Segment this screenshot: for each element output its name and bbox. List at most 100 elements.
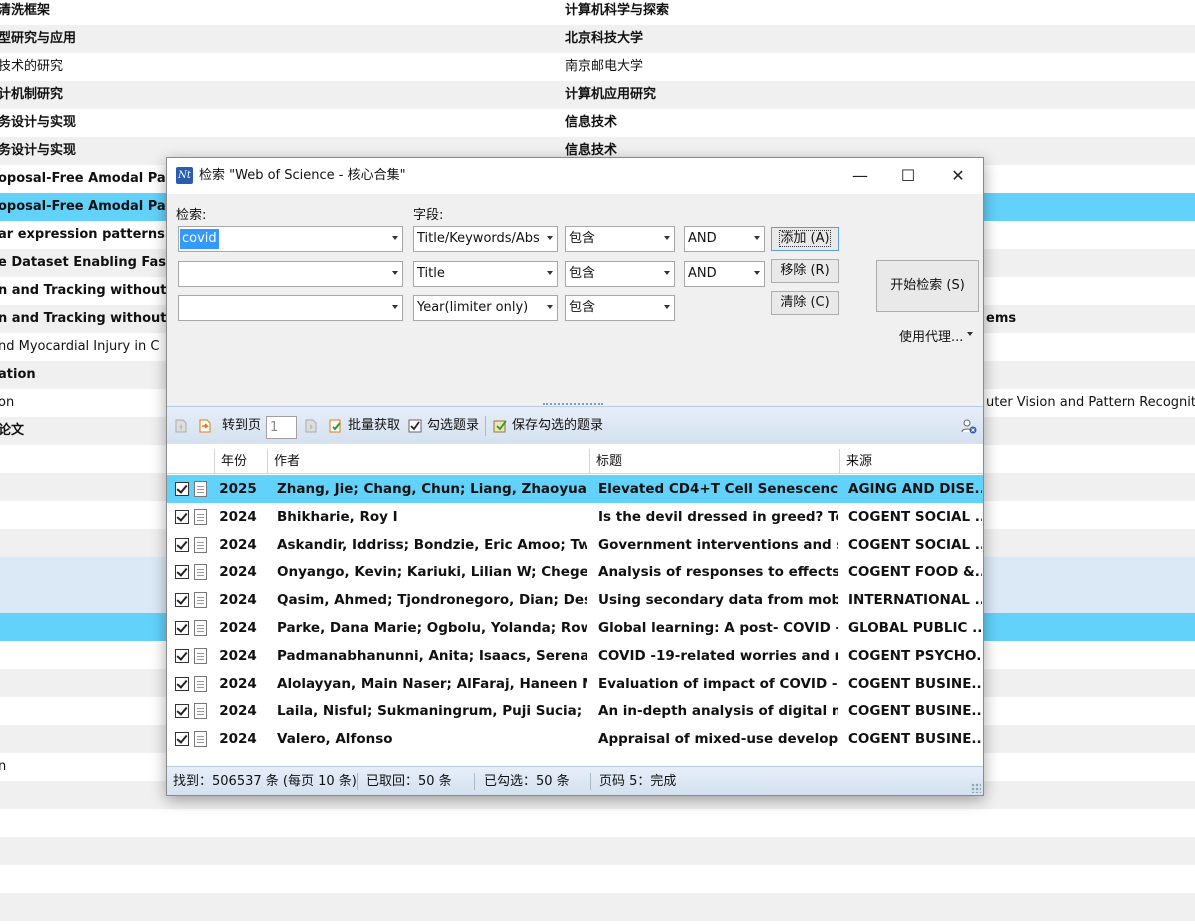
status-bar: 找到：506537 条 (每页 10 条) 已取回：50 条 已勾选：50 条 … — [167, 766, 983, 795]
minimize-button[interactable]: — — [837, 158, 883, 194]
table-row[interactable]: 2024 Askandir, Iddriss; Bondzie, Eric Amo… — [167, 531, 983, 559]
chevron-down-icon — [547, 305, 553, 309]
cell-title: Global learning: A post- COVID -1 — [598, 620, 838, 636]
chevron-down-icon — [392, 271, 398, 275]
remove-button[interactable]: 移除 (R) — [771, 259, 839, 283]
status-found: 找到：506537 条 (每页 10 条) — [173, 774, 357, 789]
table-row[interactable]: 2024 Parke, Dana Marie; Ogbolu, Yolanda; … — [167, 614, 983, 642]
status-divider — [474, 773, 475, 790]
row-checkbox[interactable] — [175, 593, 189, 608]
table-row[interactable]: 2024 Bhikharie, Roy I Is the devil dressed… — [167, 503, 983, 531]
prev-page-icon[interactable] — [173, 418, 189, 434]
batch-fetch-button[interactable]: 批量获取 — [348, 407, 400, 445]
table-row[interactable]: 2024 Padmanabhanunni, Anita; Isaacs, Sere… — [167, 642, 983, 670]
next-page-icon[interactable] — [303, 418, 319, 434]
match-value: 包含 — [569, 300, 596, 315]
document-icon — [194, 508, 207, 525]
list-item[interactable]: 计机制研究 计算机应用研究 — [0, 81, 1195, 109]
field-combo-2[interactable]: Title — [413, 261, 558, 287]
operator-combo-2[interactable]: AND — [684, 261, 765, 287]
row-checkbox[interactable] — [175, 509, 189, 524]
operator-combo-1[interactable]: AND — [684, 226, 765, 252]
cell-author: Qasim, Ahmed; Tjondronegoro, Dian; Desha — [277, 592, 587, 609]
list-item[interactable] — [0, 865, 1195, 893]
search-term-combo-1[interactable]: covid — [178, 226, 403, 252]
status-fetched: 已取回：50 条 — [366, 774, 452, 789]
field-combo-1[interactable]: Title/Keywords/Abs — [413, 226, 558, 252]
list-cell: 计机制研究 — [0, 87, 64, 102]
cell-source: COGENT PSYCHO... — [848, 647, 982, 664]
close-button[interactable]: ✕ — [935, 158, 981, 194]
table-row[interactable]: 2024 Valero, Alfonso Appraisal of mixed-us… — [167, 725, 983, 753]
proxy-dropdown[interactable]: 使用代理... — [899, 326, 963, 345]
chevron-down-icon — [547, 236, 553, 240]
save-checked-button[interactable]: 保存勾选的题录 — [512, 407, 603, 445]
clear-button[interactable]: 清除 (C) — [771, 291, 839, 315]
row-checkbox[interactable] — [175, 621, 189, 635]
table-row[interactable]: 2024 Qasim, Ahmed; Tjondronegoro, Dian; D… — [167, 586, 983, 614]
column-author[interactable]: 作者 — [267, 449, 589, 474]
cell-source: COGENT BUSINE... — [848, 731, 982, 748]
user-settings-icon[interactable] — [961, 418, 977, 434]
list-item[interactable] — [0, 837, 1195, 865]
column-title[interactable]: 标题 — [589, 449, 839, 474]
row-checkbox[interactable] — [175, 565, 189, 580]
maximize-button[interactable]: ☐ — [885, 158, 931, 194]
list-item[interactable]: 型研究与应用 北京科技大学 — [0, 25, 1195, 53]
goto-page-icon[interactable] — [197, 418, 213, 434]
table-header: 年份 作者 标题 来源 — [167, 449, 983, 474]
cell-author: Zhang, Jie; Chang, Chun; Liang, Zhaoyuan… — [277, 481, 587, 497]
search-dialog: Nt 检索 "Web of Science - 核心合集" — ☐ ✕ 检索: … — [166, 157, 984, 796]
cell-year: 2024 — [219, 675, 257, 692]
list-item[interactable]: 清洗框架 计算机科学与探索 — [0, 0, 1195, 25]
cell-year: 2024 — [219, 703, 257, 720]
dialog-titlebar[interactable]: Nt 检索 "Web of Science - 核心合集" — ☐ ✕ — [167, 158, 983, 194]
goto-page-button[interactable]: 转到页 — [222, 407, 261, 445]
row-checkbox[interactable] — [175, 704, 189, 719]
search-form: 检索: 字段: covid Title/Keywords/Abs 包含 AND … — [167, 194, 983, 406]
field-combo-3[interactable]: Year(limiter only) — [413, 295, 558, 321]
field-value: Title/Keywords/Abs — [417, 231, 539, 246]
row-checkbox[interactable] — [175, 676, 189, 691]
list-item[interactable] — [0, 809, 1195, 837]
match-combo-1[interactable]: 包含 — [565, 226, 675, 252]
row-checkbox[interactable] — [175, 648, 189, 663]
column-source[interactable]: 来源 — [839, 449, 981, 474]
list-item[interactable]: 务设计与实现 信息技术 — [0, 109, 1195, 137]
row-checkbox[interactable] — [175, 482, 189, 496]
add-button[interactable]: 添加 (A) — [771, 227, 839, 251]
app-logo-icon: Nt — [176, 167, 193, 184]
page-number-input[interactable]: 1 — [266, 416, 297, 439]
table-row[interactable]: 2024 Onyango, Kevin; Kariuki, Lilian W; C… — [167, 558, 983, 586]
document-icon — [194, 620, 207, 636]
start-search-button[interactable]: 开始检索 (S) — [876, 260, 979, 312]
cell-title: Appraisal of mixed-use developn — [598, 731, 838, 748]
list-cell: 计算机科学与探索 — [565, 3, 670, 18]
chevron-down-icon — [664, 236, 670, 240]
list-cell: 型研究与应用 — [0, 31, 77, 46]
cell-year: 2024 — [219, 620, 257, 636]
check-select-button[interactable]: 勾选题录 — [427, 407, 479, 445]
table-row[interactable]: 2025 Zhang, Jie; Chang, Chun; Liang, Zhao… — [167, 475, 983, 503]
list-item[interactable]: 技术的研究 南京邮电大学 — [0, 53, 1195, 81]
row-checkbox[interactable] — [175, 732, 189, 747]
field-value: Title — [417, 266, 445, 281]
search-term-combo-3[interactable] — [178, 295, 403, 321]
column-year[interactable]: 年份 — [214, 449, 267, 474]
cell-source: AGING AND DISE... — [848, 481, 982, 497]
table-row[interactable]: 2024 Alolayyan, Main Naser; AlFaraj, Hane… — [167, 670, 983, 698]
list-item[interactable] — [0, 893, 1195, 921]
row-checkbox[interactable] — [175, 537, 189, 552]
toolbar-divider — [485, 416, 486, 436]
list-cell: 南京邮电大学 — [565, 59, 644, 74]
chevron-down-icon — [664, 271, 670, 275]
search-term-combo-2[interactable] — [178, 261, 403, 287]
table-row[interactable]: 2024 Laila, Nisful; Sukmaningrum, Puji Su… — [167, 697, 983, 725]
cell-title: Is the devil dressed in greed? Tow — [598, 508, 838, 525]
resize-grip[interactable] — [971, 783, 981, 793]
results-table: 年份 作者 标题 来源 2025 Zhang, Jie; Chang, Chun;… — [167, 445, 983, 765]
match-combo-3[interactable]: 包含 — [565, 295, 675, 321]
cell-year: 2024 — [219, 731, 257, 748]
match-combo-2[interactable]: 包含 — [565, 261, 675, 287]
cell-title: An in-depth analysis of digital ma — [598, 703, 838, 720]
